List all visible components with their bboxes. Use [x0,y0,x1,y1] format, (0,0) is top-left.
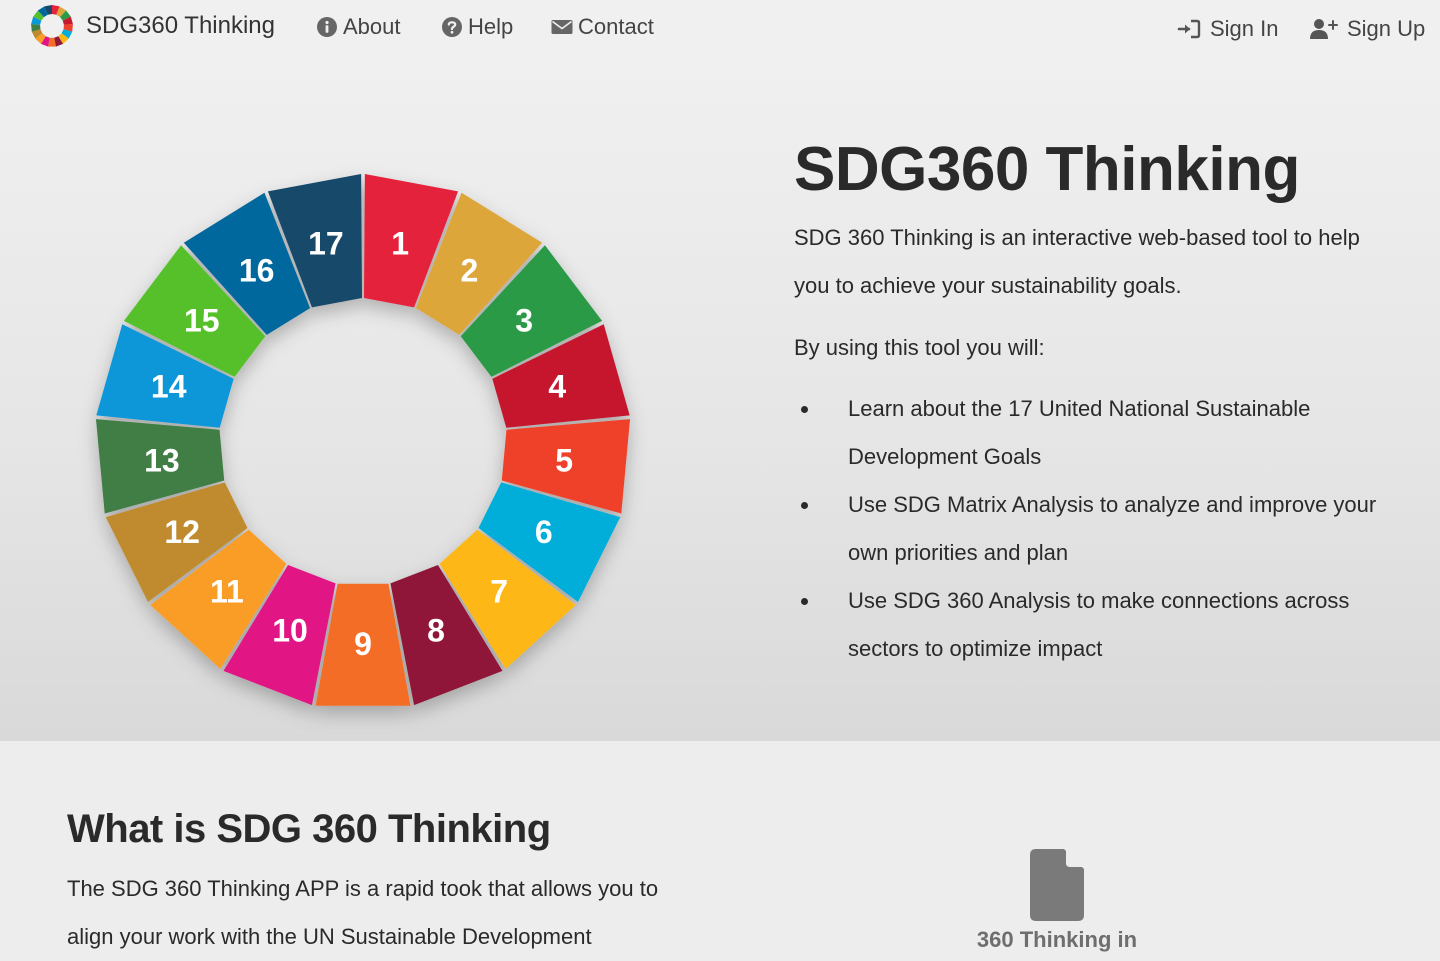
nav-about-label: About [343,14,401,39]
sdg-segment-label: 4 [548,369,566,405]
benefits-list: Learn about the 17 United National Susta… [794,385,1394,673]
sign-in-icon [1177,19,1201,39]
sdg-segment-label: 1 [391,225,409,261]
benefit-item: Use SDG Matrix Analysis to analyze and i… [794,481,1394,577]
top-navbar: SDG360 Thinking About Help Contact Sign [0,0,1440,56]
brand-name: SDG360 Thinking [86,12,275,39]
nav-contact-link[interactable]: Contact [551,12,654,42]
sdg-segment-label: 16 [239,252,275,288]
info-circle-icon [317,17,337,37]
sdg-segment-label: 10 [272,612,308,648]
sdg-segment-label: 7 [490,573,508,609]
nav-about-link[interactable]: About [316,12,401,42]
sdg-segment-label: 3 [515,302,533,338]
sign-in-link[interactable]: Sign In [1177,14,1279,44]
question-circle-icon [442,17,462,37]
sdg-segment-label: 11 [210,573,244,609]
nav-help-link[interactable]: Help [441,12,513,42]
sdg-segment-label: 15 [184,302,220,338]
hero-section: 1 2 3 4 5 6 7 8 9 10 11 12 13 14 15 16 17 SDG360 Thinkin… [0,56,1440,741]
sign-up-link[interactable]: Sign Up [1310,14,1425,44]
hero-lead: By using this tool you will: [794,335,1045,360]
hero-intro: SDG 360 Thinking is an interactive web-b… [794,225,1360,298]
sdg-segment-label: 17 [308,225,344,261]
sign-in-label: Sign In [1210,16,1279,41]
sdg-segment-label: 9 [354,626,372,662]
sdg-segment-label: 2 [460,252,478,288]
sdg-segment-label: 5 [555,443,573,479]
benefit-item: Learn about the 17 United National Susta… [794,385,1394,481]
sdg-wheel-logo-icon [31,5,73,47]
sdg-segment-label: 13 [144,443,180,479]
brand-link[interactable]: SDG360 Thinking [30,4,275,48]
nav-help-label: Help [468,14,514,39]
hero-title: SDG360 Thinking [794,135,1300,204]
user-plus-icon [1310,19,1338,39]
sdg-segment-label: 14 [151,369,187,405]
sdg-wheel: 1234567891011121314151617 [95,174,631,706]
envelope-icon [551,20,573,34]
document-label: 360 Thinking in [976,927,1138,952]
benefit-item: Use SDG 360 Analysis to make connections… [794,577,1394,673]
nav-contact-label: Contact [578,14,654,39]
what-is-section: What is SDG 360 Thinking The SDG 360 Thi… [0,741,1440,960]
section-title: What is SDG 360 Thinking [67,807,551,851]
section-body: The SDG 360 Thinking APP is a rapid took… [67,876,659,949]
sdg-segment-label: 6 [535,514,553,550]
document-card[interactable]: 360 Thinking in [950,849,1164,953]
sdg-segment-label: 8 [427,612,445,648]
sign-up-label: Sign Up [1347,16,1426,41]
sdg-segment-label: 12 [164,514,200,550]
file-icon [1030,849,1084,921]
